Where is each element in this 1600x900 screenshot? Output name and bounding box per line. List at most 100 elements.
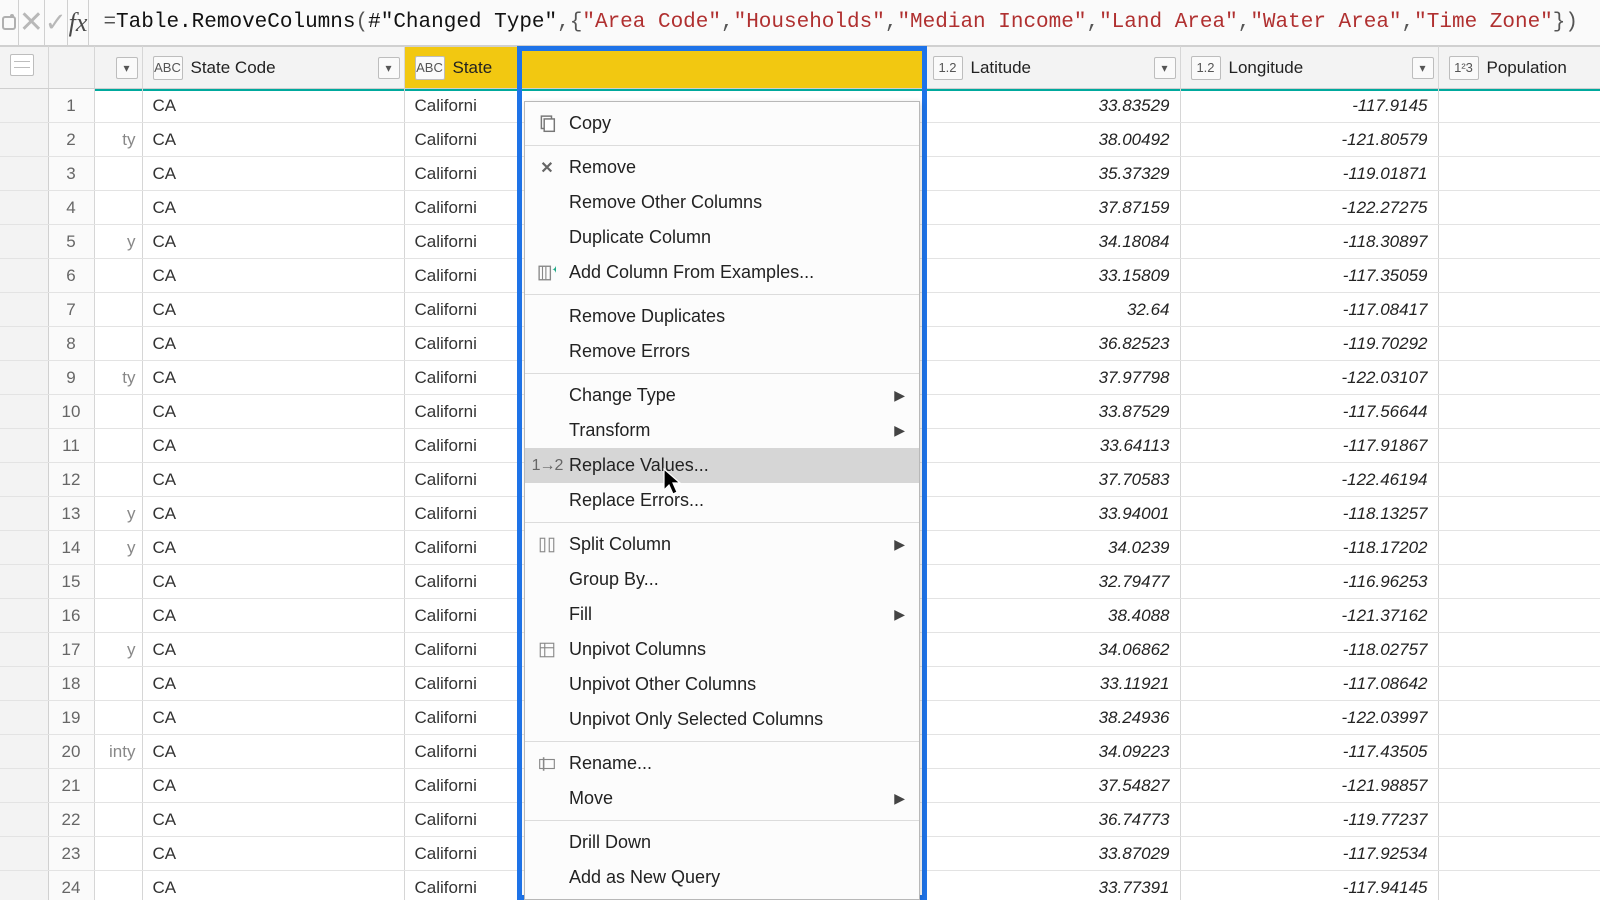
column-filter-button[interactable]: ▾ xyxy=(116,57,138,79)
menu-unpivot-other-columns[interactable]: Unpivot Other Columns xyxy=(525,667,919,702)
cell-population xyxy=(1438,497,1600,531)
menu-remove-duplicates[interactable]: Remove Duplicates xyxy=(525,299,919,334)
cell-state-code: CA xyxy=(142,497,404,531)
menu-change-type[interactable]: Change Type▶ xyxy=(525,378,919,413)
row-gutter xyxy=(0,735,48,769)
menu-move[interactable]: Move▶ xyxy=(525,781,919,816)
column-header-latitude[interactable]: 1.2Latitude ▾ xyxy=(922,47,1180,89)
cell-longitude: -117.35059 xyxy=(1180,259,1438,293)
cell-state-code: CA xyxy=(142,361,404,395)
cell-fragment: y xyxy=(94,497,142,531)
cell-fragment xyxy=(94,89,142,123)
table-options-button[interactable] xyxy=(0,47,48,89)
cell-longitude: -117.94145 xyxy=(1180,871,1438,900)
cell-state-code: CA xyxy=(142,123,404,157)
cell-state-code: CA xyxy=(142,769,404,803)
cell-latitude: 33.87529 xyxy=(922,395,1180,429)
column-label: State Code xyxy=(191,58,276,78)
column-context-menu: Copy ✕ Remove Remove Other Columns Dupli… xyxy=(524,101,920,900)
cell-state-code: CA xyxy=(142,225,404,259)
cell-state-code: CA xyxy=(142,327,404,361)
menu-drill-down[interactable]: Drill Down xyxy=(525,825,919,860)
partial-column-header[interactable]: ▾ xyxy=(94,47,142,89)
formula-cancel-button[interactable]: ✕ xyxy=(19,0,45,46)
copy-icon xyxy=(535,115,559,133)
menu-label: Change Type xyxy=(569,385,676,406)
cell-fragment xyxy=(94,803,142,837)
cell-population xyxy=(1438,633,1600,667)
menu-remove-errors[interactable]: Remove Errors xyxy=(525,334,919,369)
row-gutter xyxy=(0,225,48,259)
row-number: 8 xyxy=(48,327,94,361)
cell-state-code: CA xyxy=(142,429,404,463)
column-header-population[interactable]: 1²3Population xyxy=(1438,47,1600,89)
cell-longitude: -121.80579 xyxy=(1180,123,1438,157)
cell-state-code: CA xyxy=(142,633,404,667)
menu-label: Remove Duplicates xyxy=(569,306,725,327)
cell-latitude: 37.97798 xyxy=(922,361,1180,395)
row-number: 19 xyxy=(48,701,94,735)
menu-add-as-new-query[interactable]: Add as New Query xyxy=(525,860,919,895)
row-number: 6 xyxy=(48,259,94,293)
cell-population xyxy=(1438,735,1600,769)
column-label: Latitude xyxy=(971,58,1032,78)
cell-state-code: CA xyxy=(142,191,404,225)
menu-replace-errors[interactable]: Replace Errors... xyxy=(525,483,919,518)
menu-separator xyxy=(525,522,919,523)
cell-population xyxy=(1438,157,1600,191)
cell-longitude: -117.56644 xyxy=(1180,395,1438,429)
cell-latitude: 34.06862 xyxy=(922,633,1180,667)
cell-fragment xyxy=(94,599,142,633)
cell-state-code: CA xyxy=(142,293,404,327)
cell-latitude: 38.00492 xyxy=(922,123,1180,157)
formula-input[interactable]: = Table.RemoveColumns(#"Changed Type",{"… xyxy=(89,0,1592,46)
fx-icon[interactable]: fx xyxy=(68,0,90,46)
cell-fragment xyxy=(94,565,142,599)
type-text-icon: ABC xyxy=(153,56,183,80)
row-number: 10 xyxy=(48,395,94,429)
column-filter-button[interactable]: ▾ xyxy=(378,57,400,79)
menu-fill[interactable]: Fill▶ xyxy=(525,597,919,632)
cell-longitude: -122.03107 xyxy=(1180,361,1438,395)
row-number: 7 xyxy=(48,293,94,327)
menu-label: Remove Errors xyxy=(569,341,690,362)
menu-add-column-from-examples[interactable]: ✦ Add Column From Examples... xyxy=(525,255,919,290)
cell-state-code: CA xyxy=(142,531,404,565)
cell-fragment xyxy=(94,837,142,871)
column-header-state-code[interactable]: ABC State Code ▾ xyxy=(142,47,404,89)
cell-state-code: CA xyxy=(142,259,404,293)
cell-longitude: -117.08642 xyxy=(1180,667,1438,701)
cell-fragment xyxy=(94,871,142,900)
cell-fragment xyxy=(94,293,142,327)
cell-longitude: -118.17202 xyxy=(1180,531,1438,565)
column-header-longitude[interactable]: 1.2Longitude ▾ xyxy=(1180,47,1438,89)
menu-unpivot-columns[interactable]: Unpivot Columns xyxy=(525,632,919,667)
formula-confirm-button[interactable]: ✓ xyxy=(45,0,68,46)
column-header-state[interactable]: ABCState xyxy=(404,47,922,89)
svg-text:✦: ✦ xyxy=(552,265,557,276)
menu-label: Split Column xyxy=(569,534,671,555)
menu-group-by[interactable]: Group By... xyxy=(525,562,919,597)
menu-remove-other-columns[interactable]: Remove Other Columns xyxy=(525,185,919,220)
row-number: 23 xyxy=(48,837,94,871)
query-status-icon xyxy=(0,0,19,46)
menu-replace-values[interactable]: 1→2 Replace Values... xyxy=(525,448,919,483)
menu-duplicate-column[interactable]: Duplicate Column xyxy=(525,220,919,255)
column-filter-button[interactable]: ▾ xyxy=(1412,57,1434,79)
row-number: 24 xyxy=(48,871,94,900)
menu-rename[interactable]: Rename... xyxy=(525,746,919,781)
cell-latitude: 37.87159 xyxy=(922,191,1180,225)
menu-transform[interactable]: Transform▶ xyxy=(525,413,919,448)
cell-latitude: 34.0239 xyxy=(922,531,1180,565)
chevron-right-icon: ▶ xyxy=(894,422,905,439)
cell-longitude: -122.27275 xyxy=(1180,191,1438,225)
row-number: 3 xyxy=(48,157,94,191)
column-filter-button[interactable]: ▾ xyxy=(1154,57,1176,79)
menu-unpivot-only-selected[interactable]: Unpivot Only Selected Columns xyxy=(525,702,919,737)
menu-label: Replace Errors... xyxy=(569,490,704,511)
menu-split-column[interactable]: Split Column▶ xyxy=(525,527,919,562)
menu-label: Remove Other Columns xyxy=(569,192,762,213)
menu-copy[interactable]: Copy xyxy=(525,106,919,141)
menu-remove[interactable]: ✕ Remove xyxy=(525,150,919,185)
row-gutter xyxy=(0,769,48,803)
